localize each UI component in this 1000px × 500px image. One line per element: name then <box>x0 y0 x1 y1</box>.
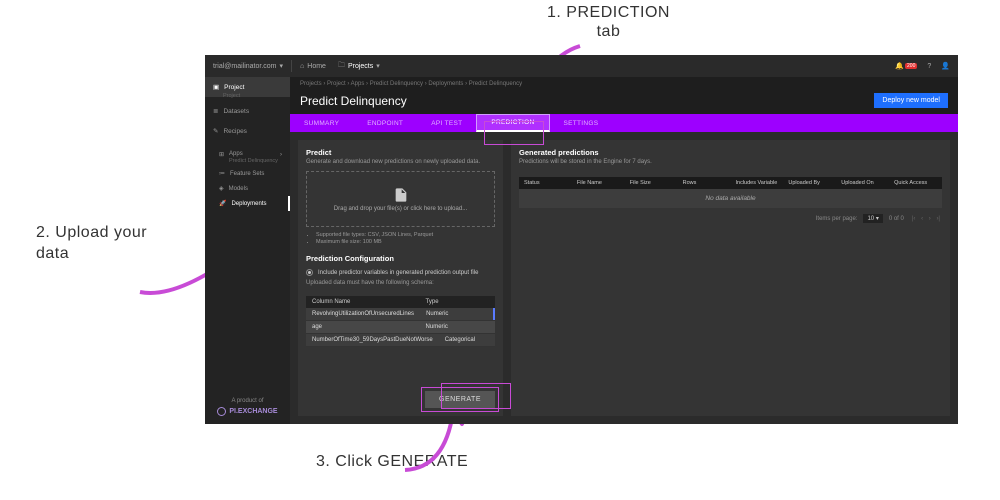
sidebar-deployments[interactable]: 🚀 Deployments <box>205 196 290 211</box>
schema-col-name: Column Name <box>306 296 420 308</box>
upload-hints: Supported file types: CSV, JSON Lines, P… <box>316 232 495 246</box>
apps-icon: ⊞ <box>219 151 224 158</box>
sidebar: ▣ Project Project ≣ Datasets ✎ Recipes ⊞… <box>205 77 290 424</box>
sidebar-footer: A product of PI.EXCHANGE <box>205 390 290 424</box>
col-quick-access: Quick Access <box>889 177 942 189</box>
home-icon[interactable]: ⌂ <box>300 63 304 70</box>
schema-row: NumberOfTime30_59DaysPastDueNotWorseCate… <box>306 334 495 347</box>
sidebar-feature-sets[interactable]: ≔ Feature Sets <box>205 166 290 181</box>
pager-last-icon[interactable]: ›| <box>936 216 940 222</box>
datasets-icon: ≣ <box>213 107 218 115</box>
schema-row: RevolvingUtilizationOfUnsecuredLinesNume… <box>306 308 495 321</box>
col-status: Status <box>519 177 572 189</box>
pager-range: 0 of 0 <box>889 216 904 222</box>
feature-sets-icon: ≔ <box>219 170 225 177</box>
config-heading: Prediction Configuration <box>306 254 495 263</box>
schema-hint: Uploaded data must have the following sc… <box>306 280 495 286</box>
pager: Items per page: 10 ▾ 0 of 0 |‹ ‹ › ›| <box>519 214 942 223</box>
chevron-down-icon[interactable]: ▾ <box>280 62 284 70</box>
callout-upload-data: 2. Upload your data <box>36 223 147 265</box>
schema-table: Column Name Type RevolvingUtilizationOfU… <box>306 296 495 347</box>
tab-endpoint[interactable]: ENDPOINT <box>353 114 417 132</box>
tab-summary[interactable]: SUMMARY <box>290 114 353 132</box>
tab-settings[interactable]: SETTINGS <box>550 114 613 132</box>
nav-home[interactable]: Home <box>307 63 326 70</box>
col-uploaded-on: Uploaded On <box>836 177 889 189</box>
schema-col-type: Type <box>420 296 495 308</box>
profile-icon[interactable]: 👤 <box>941 62 950 70</box>
tab-api-test[interactable]: API TEST <box>417 114 476 132</box>
highlight-generate <box>441 383 511 409</box>
breadcrumb[interactable]: Projects › Project › Apps › Predict Deli… <box>290 77 958 91</box>
col-filename: File Name <box>572 177 625 189</box>
pager-prev-icon[interactable]: ‹ <box>921 216 923 222</box>
notification-icon[interactable]: 🔔200 <box>895 62 917 70</box>
sidebar-datasets[interactable]: ≣ Datasets <box>205 101 290 121</box>
generated-table: Status File Name File Size Rows Includes… <box>519 177 942 208</box>
no-data-row: No data available <box>519 189 942 208</box>
predict-heading: Predict <box>306 148 495 157</box>
generated-heading: Generated predictions <box>519 148 942 157</box>
chevron-right-icon: › <box>280 152 282 158</box>
main: Projects › Project › Apps › Predict Deli… <box>290 77 958 424</box>
upload-dropzone[interactable]: Drag and drop your file(s) or click here… <box>306 171 495 227</box>
predict-hint: Generate and download new predictions on… <box>306 159 495 165</box>
sidebar-apps-sub: Predict Delinquency <box>205 158 290 164</box>
col-uploaded-by: Uploaded By <box>783 177 836 189</box>
tabs: SUMMARY ENDPOINT API TEST PREDICTION SET… <box>290 114 958 132</box>
callout-click-generate: 3. Click GENERATE <box>316 453 468 471</box>
col-rows: Rows <box>678 177 731 189</box>
brand-logo: PI.EXCHANGE <box>213 407 282 416</box>
schema-row: ageNumeric <box>306 321 495 334</box>
folder-icon[interactable]: 🗀 <box>338 61 345 72</box>
highlight-prediction-tab <box>484 121 544 145</box>
sidebar-project-sub: Project <box>205 93 290 99</box>
config-include-vars[interactable]: Include predictor variables in generated… <box>306 269 495 276</box>
pager-first-icon[interactable]: |‹ <box>912 216 916 222</box>
generated-hint: Predictions will be stored in the Engine… <box>519 159 942 165</box>
recipes-icon: ✎ <box>213 127 218 135</box>
pager-ipp-select[interactable]: 10 ▾ <box>863 214 882 223</box>
predict-panel: Predict Generate and download new predic… <box>298 140 503 416</box>
radio-selected-icon <box>306 269 313 276</box>
col-includes-var: Includes Variable <box>731 177 784 189</box>
nav-projects[interactable]: Projects <box>348 63 373 70</box>
user-email[interactable]: trial@mailinator.com <box>213 63 277 70</box>
chevron-down-icon[interactable]: ▾ <box>376 62 380 70</box>
project-icon: ▣ <box>213 83 219 91</box>
col-filesize: File Size <box>625 177 678 189</box>
page-title: Predict Delinquency <box>300 94 407 108</box>
help-icon[interactable]: ? <box>927 63 931 70</box>
app-window: trial@mailinator.com ▾ ⌂ Home 🗀 Projects… <box>205 55 958 424</box>
topbar: trial@mailinator.com ▾ ⌂ Home 🗀 Projects… <box>205 55 958 77</box>
pager-ipp-label: Items per page: <box>816 216 858 222</box>
sidebar-recipes[interactable]: ✎ Recipes <box>205 121 290 141</box>
deploy-new-model-button[interactable]: Deploy new model <box>874 93 948 108</box>
file-icon <box>393 187 409 203</box>
brand-icon <box>217 407 226 416</box>
models-icon: ◈ <box>219 185 224 192</box>
deployments-icon: 🚀 <box>219 200 226 207</box>
pager-next-icon[interactable]: › <box>929 216 931 222</box>
sidebar-models[interactable]: ◈ Models <box>205 181 290 196</box>
generated-panel: Generated predictions Predictions will b… <box>511 140 950 416</box>
callout-prediction-tab: 1. PREDICTION tab <box>547 3 670 41</box>
